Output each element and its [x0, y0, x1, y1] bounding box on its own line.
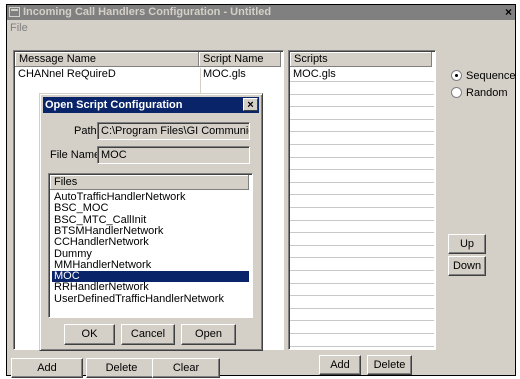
add-handler-button[interactable]: Add — [11, 358, 83, 378]
file-name-label: File Name — [50, 149, 101, 161]
main-window: Incoming Call Handlers Configuration - U… — [6, 4, 516, 378]
gridline — [290, 81, 434, 82]
window-title: Incoming Call Handlers Configuration - U… — [23, 6, 272, 18]
file-list-item[interactable]: Dummy — [52, 248, 249, 260]
gridline — [290, 270, 434, 271]
gridline — [290, 345, 434, 347]
gridline — [290, 106, 434, 108]
file-list-item[interactable]: BSC_MTC_CallInit — [52, 214, 249, 226]
path-label: Path — [74, 125, 97, 137]
file-name-field[interactable]: MOC — [97, 146, 250, 164]
gridline — [290, 93, 434, 95]
close-icon[interactable]: × — [505, 5, 512, 20]
sequence-radio-label: Sequence — [466, 70, 516, 82]
gridline — [290, 194, 434, 196]
gridline — [290, 131, 434, 133]
files-header[interactable]: Files — [50, 175, 249, 190]
gridline — [290, 144, 434, 145]
gridline — [290, 156, 434, 158]
path-field[interactable]: C:\Program Files\GI Communicatio — [97, 122, 250, 140]
up-button[interactable]: Up — [448, 234, 486, 254]
column-header-script-name[interactable]: Script Name — [199, 52, 281, 67]
gridline — [290, 118, 434, 120]
open-script-dialog: Open Script Configuration × Path C:\Prog… — [39, 93, 263, 351]
menu-file[interactable]: File — [10, 22, 28, 34]
ok-button[interactable]: OK — [64, 324, 115, 345]
clear-handlers-button[interactable]: Clear — [152, 358, 220, 378]
menu-bar: File — [7, 21, 28, 35]
title-bar: Incoming Call Handlers Configuration - U… — [7, 5, 515, 20]
gridline — [290, 244, 434, 246]
gridline — [290, 219, 434, 221]
dialog-title-bar: Open Script Configuration × — [43, 97, 259, 113]
gridline — [290, 181, 434, 183]
gridline — [290, 333, 434, 334]
script-item[interactable]: MOC.gls — [293, 68, 336, 81]
gridline — [290, 282, 434, 284]
gridline — [290, 295, 434, 297]
gridline — [290, 232, 434, 234]
sequence-radio-dot — [451, 70, 462, 81]
dialog-title: Open Script Configuration — [45, 99, 183, 111]
cancel-button[interactable]: Cancel — [121, 324, 175, 345]
files-list[interactable]: Files AutoTrafficHandlerNetwork BSC_MOC BS… — [48, 173, 253, 318]
file-list-item[interactable]: BSC_MOC — [52, 203, 249, 214]
column-header-scripts[interactable]: Scripts — [290, 52, 432, 67]
scripts-list[interactable]: Scripts MOC.gls — [288, 50, 436, 350]
column-header-message-name[interactable]: Message Name — [15, 52, 199, 67]
file-list-item[interactable]: RRHandlerNetwork — [52, 282, 249, 293]
file-list-item[interactable]: MMHandlerNetwork — [52, 259, 249, 271]
gridline — [290, 169, 434, 171]
random-radio-dot — [451, 87, 462, 98]
delete-handler-button[interactable]: Delete — [86, 358, 157, 378]
gridline — [290, 207, 434, 208]
delete-script-button[interactable]: Delete — [367, 355, 412, 375]
file-list-item[interactable]: UserDefinedTrafficHandlerNetwork — [52, 293, 249, 305]
open-button[interactable]: Open — [181, 324, 236, 345]
script-name-cell: MOC.gls — [203, 68, 246, 80]
table-row[interactable]: CHANnel ReQuireD MOC.gls — [15, 68, 281, 81]
dialog-close-icon[interactable]: × — [243, 98, 258, 111]
down-button[interactable]: Down — [448, 256, 486, 276]
random-radio-label: Random — [466, 87, 508, 99]
gridline — [290, 257, 434, 259]
add-script-button[interactable]: Add — [319, 355, 361, 375]
gridline — [290, 307, 434, 309]
message-name-cell: CHANnel ReQuireD — [18, 68, 116, 80]
file-list-item[interactable]: CCHandlerNetwork — [52, 237, 249, 248]
gridline — [290, 320, 434, 322]
app-icon — [9, 7, 20, 17]
